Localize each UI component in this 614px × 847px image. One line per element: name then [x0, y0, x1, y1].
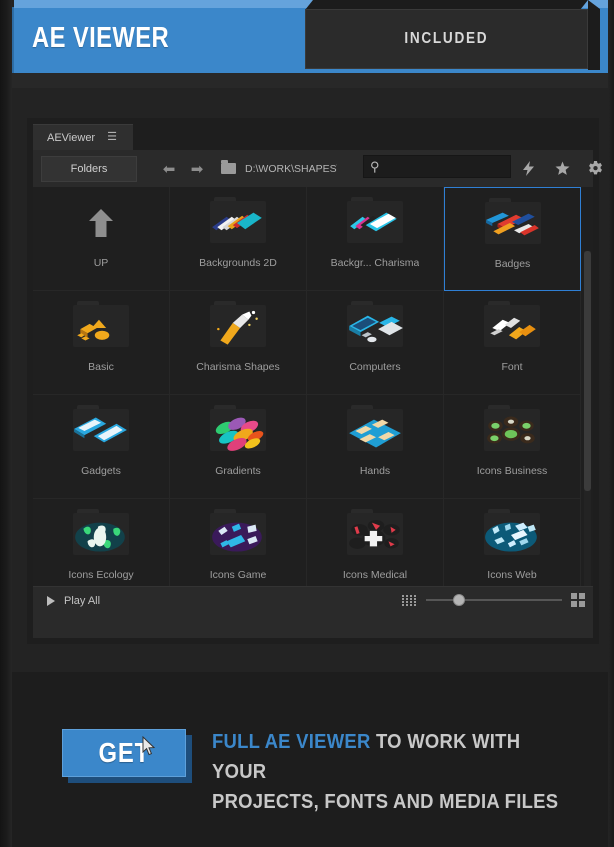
folder-thumbnail — [343, 197, 407, 249]
header-banner: AE VIEWER INCLUDED — [0, 0, 614, 88]
folder-label: Icons Web — [487, 569, 536, 581]
folder-label: Charisma Shapes — [196, 361, 279, 373]
folder-icon — [217, 156, 239, 182]
folder-thumbnail — [481, 198, 545, 250]
folder-cell[interactable]: Icons Ecology — [33, 499, 170, 586]
tab-aeviewer[interactable]: AEViewer ☰ — [33, 124, 133, 150]
folder-cell[interactable]: Badges — [444, 187, 581, 291]
folder-label: Backgr... Charisma — [331, 257, 420, 269]
folder-label: Icons Game — [210, 569, 267, 581]
zoom-slider-knob[interactable] — [453, 594, 465, 606]
folder-label: Icons Medical — [343, 569, 407, 581]
included-badge-label: INCLUDED — [405, 30, 489, 48]
cta-line2: PROJECTS, FONTS AND MEDIA FILES — [212, 787, 563, 817]
folder-label: Badges — [495, 258, 531, 270]
folder-thumbnail — [69, 509, 133, 561]
folder-grid: UP Backgrounds 2D Backgr... Charisma Badges… — [33, 187, 581, 586]
play-triangle-icon — [47, 596, 55, 606]
folder-label: Icons Ecology — [68, 569, 133, 581]
folders-button[interactable]: Folders — [41, 156, 137, 182]
folder-thumbnail — [206, 509, 270, 561]
folder-thumbnail — [480, 509, 544, 561]
folder-cell-up[interactable]: UP — [33, 187, 170, 291]
small-grid-icon[interactable] — [402, 595, 417, 606]
up-arrow-icon — [69, 197, 133, 249]
vertical-scrollbar-thumb[interactable] — [584, 251, 591, 491]
folder-thumbnail — [480, 301, 544, 353]
path-display[interactable]: D:\WORK\SHAPES\ — [245, 163, 337, 175]
folder-thumbnail — [69, 301, 133, 353]
folder-label: Font — [501, 361, 522, 373]
folder-cell[interactable]: Gadgets — [33, 395, 170, 499]
folders-button-label: Folders — [71, 163, 108, 175]
gear-icon[interactable] — [585, 158, 605, 178]
folder-label: Icons Business — [477, 465, 548, 477]
badge-right-shade — [588, 0, 600, 70]
folder-label: Computers — [349, 361, 400, 373]
mouse-pointer-icon — [142, 736, 156, 761]
folder-thumbnail — [343, 509, 407, 561]
arrow-left-icon[interactable]: ⬅ — [155, 156, 183, 182]
folder-cell[interactable]: Icons Medical — [307, 499, 444, 586]
folder-label: Hands — [360, 465, 390, 477]
lightning-bolt-icon[interactable] — [518, 158, 538, 178]
search-input[interactable]: ⚲ — [363, 155, 511, 178]
page-title: AE VIEWER — [32, 22, 169, 55]
header-underbar — [12, 73, 614, 88]
panel-footer: Play All — [33, 586, 593, 638]
folder-cell[interactable]: Font — [444, 291, 581, 395]
tab-aeviewer-label: AEViewer — [47, 132, 95, 144]
folder-thumbnail — [206, 405, 270, 457]
folder-label: Backgrounds 2D — [199, 257, 277, 269]
cta-text: FULL AE VIEWER TO WORK WITH YOUR PROJECT… — [212, 727, 602, 817]
hamburger-menu-icon[interactable]: ☰ — [107, 132, 117, 143]
included-badge: INCLUDED — [305, 9, 588, 69]
folder-cell[interactable]: Icons Game — [170, 499, 307, 586]
large-grid-icon[interactable] — [571, 593, 585, 607]
folder-grid-area: UP Backgrounds 2D Backgr... Charisma Badges… — [33, 187, 593, 586]
cta-line1-highlight: FULL AE VIEWER — [212, 730, 371, 753]
vertical-scrollbar[interactable] — [584, 251, 591, 586]
folder-thumbnail — [480, 405, 544, 457]
folder-cell[interactable]: Hands — [307, 395, 444, 499]
folder-label: Gradients — [215, 465, 261, 477]
right-edge-shadow — [608, 0, 614, 847]
left-edge-shadow — [0, 0, 12, 847]
panel-toolbar: Folders ⬅ ➡ D:\WORK\SHAPES\ ⚲ — [33, 150, 593, 187]
folder-cell[interactable]: Icons Business — [444, 395, 581, 499]
folder-thumbnail — [69, 405, 133, 457]
folder-label: Basic — [88, 361, 114, 373]
cta-section: GET FULL AE VIEWER TO WORK WITH YOUR PRO… — [12, 672, 608, 847]
folder-thumbnail — [343, 405, 407, 457]
zoom-slider[interactable] — [426, 594, 562, 606]
folder-cell[interactable]: Charisma Shapes — [170, 291, 307, 395]
folder-cell[interactable]: Backgrounds 2D — [170, 187, 307, 291]
play-all-label: Play All — [64, 595, 100, 607]
play-all-button[interactable]: Play All — [47, 595, 100, 607]
folder-thumbnail — [206, 197, 270, 249]
aeviewer-panel: AEViewer ☰ Folders ⬅ ➡ D:\WORK\SHAPES\ ⚲ — [33, 124, 593, 638]
folder-cell[interactable]: Gradients — [170, 395, 307, 499]
folder-cell[interactable]: Icons Web — [444, 499, 581, 586]
zoom-controls — [402, 593, 585, 607]
folder-cell[interactable]: Backgr... Charisma — [307, 187, 444, 291]
arrow-right-icon[interactable]: ➡ — [183, 156, 211, 182]
star-icon[interactable] — [552, 158, 572, 178]
folder-label: Gadgets — [81, 465, 121, 477]
zoom-slider-track — [426, 599, 562, 601]
folder-label: UP — [94, 257, 109, 269]
folder-thumbnail — [343, 301, 407, 353]
search-icon: ⚲ — [370, 159, 380, 175]
get-button[interactable]: GET — [62, 729, 186, 777]
page-root: AE VIEWER INCLUDED AEViewer ☰ Folders ⬅ … — [0, 0, 614, 847]
tab-strip: AEViewer ☰ — [33, 124, 593, 150]
folder-thumbnail — [206, 301, 270, 353]
folder-cell[interactable]: Computers — [307, 291, 444, 395]
folder-cell[interactable]: Basic — [33, 291, 170, 395]
